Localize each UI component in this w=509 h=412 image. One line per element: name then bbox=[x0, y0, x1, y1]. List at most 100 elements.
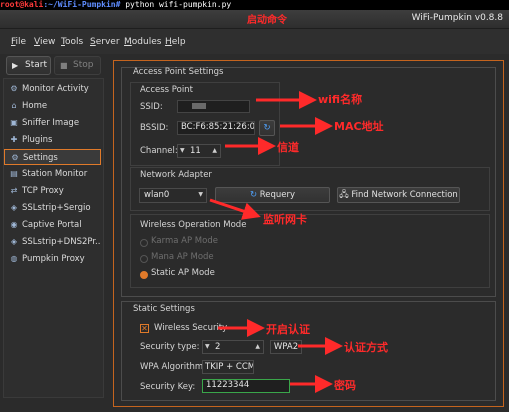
sidebar-item-label: Home bbox=[22, 101, 48, 111]
stop-button-label: Stop bbox=[73, 60, 94, 70]
pumpkin-icon: ◍ bbox=[10, 254, 18, 263]
start-button[interactable]: ▶ Start bbox=[6, 56, 51, 75]
menu-modules[interactable]: Modules bbox=[124, 37, 161, 47]
find-network-button[interactable]: 🖧 Find Network Connection bbox=[337, 187, 460, 203]
sidebar-item-plugins[interactable]: ✚ Plugins bbox=[4, 132, 101, 148]
wpa-algorithm-select[interactable]: TKIP + CCMP bbox=[202, 360, 254, 374]
karma-mode-radio[interactable] bbox=[140, 239, 148, 247]
wireless-security-checkbox[interactable]: ✕ bbox=[140, 324, 149, 333]
bssid-label: BSSID: bbox=[140, 123, 169, 133]
sidebar-item-label: Sniffer Image bbox=[22, 118, 80, 128]
terminal-command: python wifi-pumpkin.py bbox=[120, 0, 232, 9]
annotation-mac: MAC地址 bbox=[334, 120, 384, 133]
sidebar-item-station-monitor[interactable]: ▤ Station Monitor bbox=[4, 166, 101, 182]
sidebar-item-sslstrip-dns2proxy[interactable]: ◈ SSLstrip+DNS2Pr... bbox=[4, 234, 101, 250]
static-settings-title: Static Settings bbox=[133, 304, 195, 314]
refresh-mac-button[interactable]: ↻ bbox=[259, 120, 275, 136]
station-icon: ▤ bbox=[10, 169, 18, 178]
sidebar-item-pumpkin-proxy[interactable]: ◍ Pumpkin Proxy bbox=[4, 251, 101, 267]
play-icon: ▶ bbox=[12, 61, 19, 70]
security-key-label: Security Key: bbox=[140, 382, 196, 392]
sidebar-item-settings[interactable]: ⚙ Settings bbox=[4, 149, 101, 165]
menu-help[interactable]: Help bbox=[165, 37, 186, 47]
menu-view[interactable]: View bbox=[34, 37, 55, 47]
annotation-start-command: 启动命令 bbox=[247, 15, 287, 26]
menu-file[interactable]: File bbox=[11, 37, 26, 47]
stop-icon: ■ bbox=[60, 61, 68, 70]
channel-label: Channel: bbox=[140, 146, 178, 156]
plugin-icon: ✚ bbox=[10, 135, 18, 144]
sidebar-item-label: Pumpkin Proxy bbox=[22, 254, 85, 264]
sidebar-item-home[interactable]: ⌂ Home bbox=[4, 98, 101, 114]
requery-label: Requery bbox=[259, 190, 296, 200]
adapter-select[interactable]: wlan0 ▼ bbox=[139, 188, 207, 203]
sidebar-item-label: SSLstrip+Sergio bbox=[22, 203, 91, 213]
wpa-version-display: WPA2 bbox=[270, 340, 302, 354]
terminal-prompt: root@kali:~/WiFi-Pumpkin# python wifi-pu… bbox=[0, 0, 509, 10]
gear-icon: ⚙ bbox=[11, 153, 19, 162]
requery-button[interactable]: ↻ Requery bbox=[215, 187, 330, 203]
stop-button[interactable]: ■ Stop bbox=[54, 56, 101, 75]
ssid-label: SSID: bbox=[140, 102, 163, 112]
monitor-icon: ⚙ bbox=[10, 84, 18, 93]
menu-server[interactable]: Server bbox=[90, 37, 120, 47]
sidebar-item-sslstrip-sergio[interactable]: ◈ SSLstrip+Sergio bbox=[4, 200, 101, 216]
check-icon: ✕ bbox=[141, 324, 148, 333]
annotation-channel: 信道 bbox=[277, 141, 299, 154]
window-title: WiFi-Pumpkin v0.8.8 bbox=[411, 13, 503, 23]
security-key-input[interactable]: 11223344 bbox=[202, 379, 290, 393]
terminal-user: root@kali bbox=[0, 0, 44, 9]
ssid-input[interactable] bbox=[177, 100, 250, 113]
channel-spinbox[interactable]: ▼ 11 ▲ bbox=[177, 144, 221, 158]
sidebar-item-label: SSLstrip+DNS2Pr... bbox=[22, 237, 101, 247]
sidebar: ⚙ Monitor Activity ⌂ Home ▣ Sniffer Image ✚… bbox=[3, 78, 104, 398]
sidebar-item-label: Settings bbox=[23, 153, 58, 163]
access-point-subgroup: Access Point SSID: BSSID: BC:F6:85:21:26… bbox=[130, 82, 280, 166]
network-adapter-title: Network Adapter bbox=[140, 170, 212, 180]
portal-icon: ◉ bbox=[10, 220, 18, 229]
sidebar-item-label: Captive Portal bbox=[22, 220, 82, 230]
ssl-icon: ◈ bbox=[10, 203, 18, 212]
spin-down-icon: ▼ bbox=[205, 343, 210, 350]
wireless-mode-title: Wireless Operation Mode bbox=[140, 220, 247, 230]
annotation-auth-on: 开启认证 bbox=[266, 323, 310, 336]
wireless-mode-subgroup: Wireless Operation Mode Karma AP Mode Ma… bbox=[130, 214, 490, 288]
sidebar-item-label: TCP Proxy bbox=[22, 186, 64, 196]
terminal-path: :~/WiFi-Pumpkin# bbox=[43, 0, 121, 9]
sidebar-item-label: Monitor Activity bbox=[22, 84, 89, 94]
access-point-settings-title: Access Point Settings bbox=[133, 67, 224, 77]
network-icon: 🖧 bbox=[339, 190, 352, 200]
proxy-icon: ⇄ bbox=[10, 186, 18, 195]
menu-tools[interactable]: Tools bbox=[61, 37, 83, 47]
annotation-wifi-name: wifi名称 bbox=[318, 93, 363, 106]
mana-mode-radio[interactable] bbox=[140, 255, 148, 263]
image-icon: ▣ bbox=[10, 118, 18, 127]
settings-panel: Access Point Settings Access Point SSID:… bbox=[113, 60, 504, 407]
mana-mode-label: Mana AP Mode bbox=[151, 252, 214, 262]
refresh-icon: ↻ bbox=[263, 123, 271, 133]
sidebar-item-label: Plugins bbox=[22, 135, 53, 145]
spin-up-icon: ▲ bbox=[255, 343, 260, 350]
access-point-section-title: Access Point bbox=[140, 85, 193, 95]
bssid-input[interactable]: BC:F6:85:21:26:0B bbox=[177, 121, 255, 135]
sidebar-item-sniffer-image[interactable]: ▣ Sniffer Image bbox=[4, 115, 101, 131]
adapter-value: wlan0 bbox=[144, 190, 170, 200]
find-network-label: Find Network Connection bbox=[351, 190, 458, 200]
sidebar-item-tcp-proxy[interactable]: ⇄ TCP Proxy bbox=[4, 183, 101, 199]
sidebar-item-captive-portal[interactable]: ◉ Captive Portal bbox=[4, 217, 101, 233]
static-mode-label: Static AP Mode bbox=[151, 268, 215, 278]
security-type-spinbox[interactable]: ▼ 2 ▲ bbox=[202, 340, 264, 354]
sidebar-item-monitor-activity[interactable]: ⚙ Monitor Activity bbox=[4, 81, 101, 97]
spin-down-icon: ▼ bbox=[180, 147, 185, 154]
refresh-icon: ↻ bbox=[249, 190, 260, 200]
wpa-algorithm-label: WPA Algorithm bbox=[140, 362, 204, 372]
ssl-icon: ◈ bbox=[10, 237, 18, 246]
security-type-label: Security type: bbox=[140, 342, 200, 352]
security-type-value: 2 bbox=[215, 342, 221, 352]
spin-up-icon: ▲ bbox=[212, 147, 217, 154]
channel-value: 11 bbox=[190, 146, 201, 156]
sidebar-item-label: Station Monitor bbox=[22, 169, 88, 179]
annotation-nic: 监听网卡 bbox=[263, 213, 307, 226]
static-mode-radio[interactable] bbox=[140, 271, 148, 279]
home-icon: ⌂ bbox=[11, 101, 17, 110]
